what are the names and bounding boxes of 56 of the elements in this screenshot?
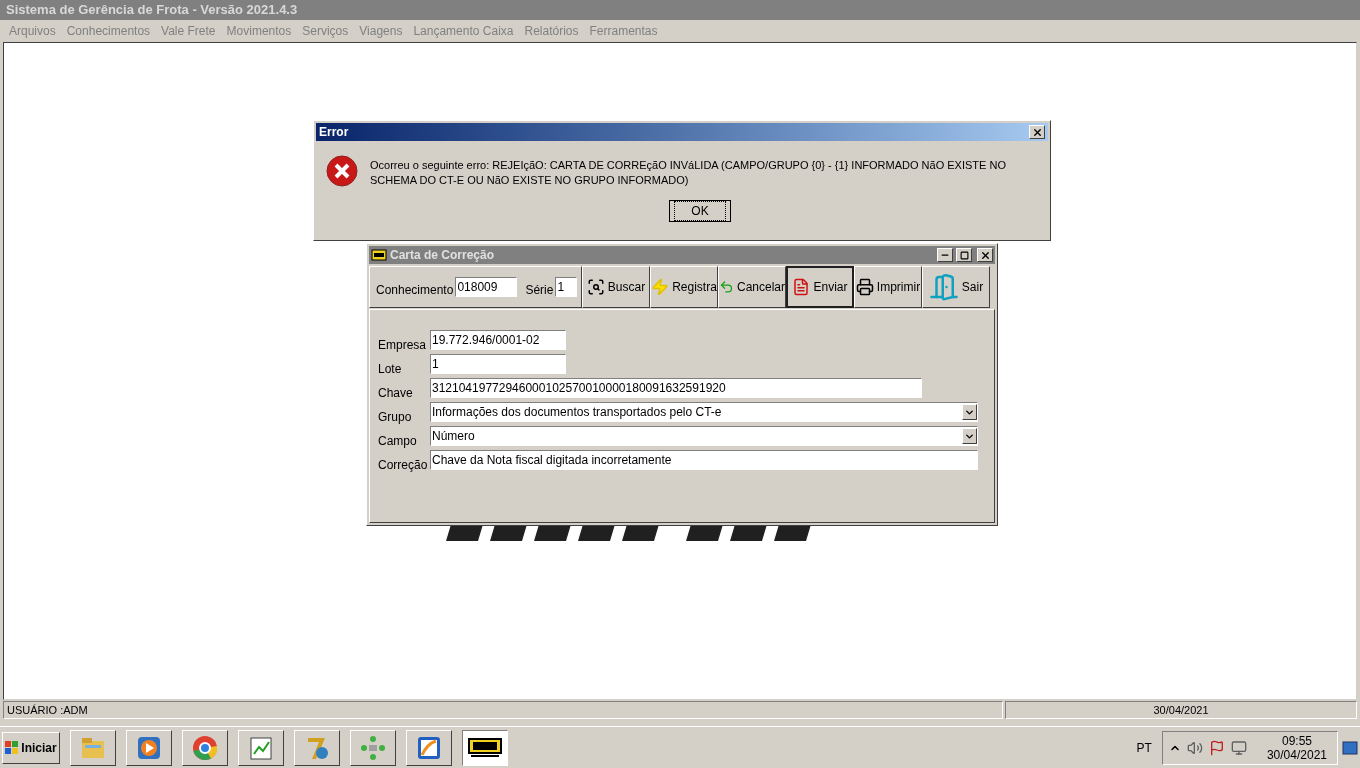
toolbar-button[interactable]: Imprimir: [854, 266, 922, 308]
field-label: Chave: [378, 387, 414, 400]
field-label: Lote: [378, 363, 403, 376]
toolbar-button[interactable]: Cancelar: [718, 266, 786, 308]
field-label: Empresa: [378, 339, 428, 352]
error-icon: [326, 155, 358, 187]
field-label: Série: [525, 282, 554, 299]
toolbar-button[interactable]: Sair: [922, 266, 990, 308]
clock-time[interactable]: 09:55: [1281, 733, 1312, 748]
window-title: Carta de Correção: [390, 247, 496, 264]
network-icon[interactable]: [1230, 739, 1247, 756]
close-button[interactable]: [977, 248, 993, 262]
speaker-icon[interactable]: [1186, 739, 1203, 756]
document-arrow-icon: [792, 278, 811, 296]
error-message: Ocorreu o seguinte erro: REJEIçãO: CARTA DE CORREçãO INVáLIDA (CAMPO/GRUPO {0} - {1} INFORMADO NãO EXISTE NO SCHEMA DO CT-E OU NãO EXISTE NO GRUPO INFORMADO): [370, 158, 1007, 188]
taskbar-app-button[interactable]: [462, 729, 508, 766]
status-user: USUÁRIO :ADM: [3, 701, 1003, 719]
printer-icon: [855, 278, 874, 296]
dialog-title: Error: [319, 124, 350, 141]
flag-icon[interactable]: [1208, 739, 1225, 756]
field-label: Correção: [378, 459, 429, 472]
input-field[interactable]: Chave da Nota fiscal digitada incorretamente: [430, 450, 978, 470]
field-label: Conhecimento: [376, 282, 454, 299]
input-field[interactable]: 018009: [455, 277, 518, 297]
toolbar-button[interactable]: Buscar: [582, 266, 650, 308]
close-icon: [1031, 126, 1043, 138]
show-desktop-icon[interactable]: [1342, 740, 1358, 755]
language-indicator[interactable]: PT: [1136, 738, 1152, 757]
dropdown[interactable]: Número: [430, 426, 978, 446]
status-date: 30/04/2021: [1005, 701, 1357, 719]
clock-date[interactable]: 30/04/2021: [1266, 747, 1327, 762]
window-title: Sistema de Gerência de Frota - Versão 2021.4.3: [0, 0, 1360, 20]
toolbar-button[interactable]: Registra: [650, 266, 718, 308]
window-logo-icon: [371, 248, 387, 262]
ok-button[interactable]: OK: [669, 200, 731, 222]
undo-arrow-icon: [719, 278, 734, 296]
input-field[interactable]: 1: [430, 354, 566, 374]
lightning-icon: [651, 278, 670, 296]
input-field[interactable]: 19.772.946/0001-02: [430, 330, 566, 350]
windows-logo-icon: [5, 740, 20, 755]
dots-icon: [359, 733, 387, 762]
field-label: Grupo: [378, 411, 413, 424]
field-label: Campo: [378, 435, 418, 448]
close-icon: [979, 249, 991, 261]
dropdown[interactable]: Informações dos documentos transportados pelo CT-e: [430, 402, 978, 422]
maximize-icon: [959, 250, 969, 260]
input-field[interactable]: 31210419772946000102570010000180091632591920: [430, 378, 922, 398]
toolbar-button[interactable]: Enviar: [786, 266, 854, 308]
door-icon: [928, 272, 959, 302]
maximize-button[interactable]: [956, 248, 972, 262]
browser-icon: [191, 733, 219, 762]
close-button[interactable]: [1029, 125, 1045, 139]
minimize-button[interactable]: [937, 248, 953, 262]
start-button[interactable]: Iniciar: [2, 731, 60, 764]
input-field[interactable]: 1: [555, 277, 578, 297]
search-icon: [586, 278, 605, 296]
